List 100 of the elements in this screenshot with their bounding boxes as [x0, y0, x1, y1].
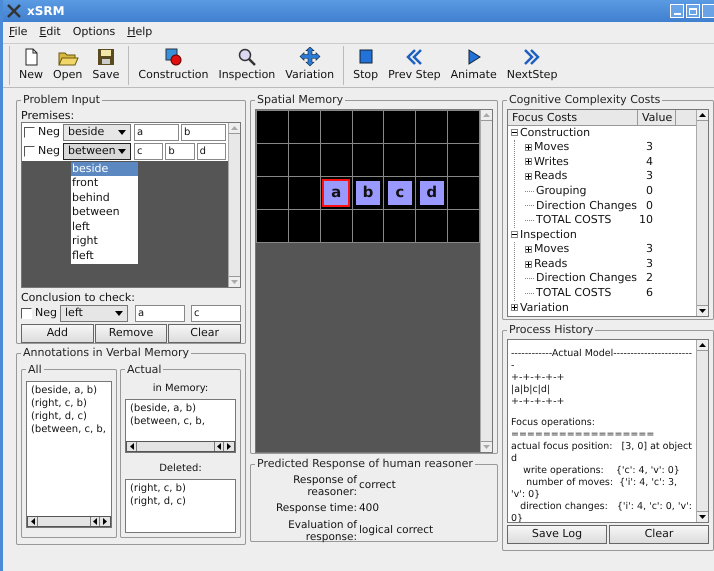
checkbox-label: Neg	[35, 304, 57, 321]
grid-cell	[288, 144, 320, 176]
toolbar-button[interactable]: Save	[87, 46, 124, 85]
tree-item[interactable]: Moves	[534, 241, 570, 258]
log-line: Focus operations:	[511, 416, 596, 428]
text-field[interactable]: d	[196, 142, 226, 160]
expand-toggle[interactable]	[511, 304, 518, 312]
scroll-up-icon	[699, 112, 706, 116]
text-field[interactable]: b	[165, 142, 195, 160]
group-title: Process History	[508, 322, 594, 338]
tree-item[interactable]: Grouping	[536, 182, 586, 200]
menu-item[interactable]: Edit	[39, 24, 61, 41]
window-title: xSRM	[27, 3, 65, 20]
list-item[interactable]: (right, d, c)	[130, 495, 231, 508]
x-logo-icon	[7, 4, 21, 18]
push-button[interactable]: Add	[21, 324, 94, 342]
checkbox-label: Neg	[38, 142, 60, 159]
dropdown-option[interactable]: right	[71, 234, 138, 250]
scrollbar[interactable]	[696, 110, 708, 316]
scroll-right-icon	[227, 443, 231, 450]
column-header[interactable]: Value	[638, 110, 676, 124]
dropdown[interactable]: left	[60, 304, 128, 322]
tree-item[interactable]: Direction Changes	[536, 198, 638, 214]
text-field[interactable]: a	[135, 304, 185, 322]
tree-item[interactable]: Inspection	[520, 226, 577, 244]
four-way-arrows-icon	[298, 47, 321, 68]
close-button[interactable]	[702, 4, 714, 18]
cost-value: 4	[645, 154, 653, 170]
toolbar-button[interactable]: Inspection	[213, 46, 280, 85]
toolbar-button[interactable]: Construction	[133, 46, 214, 85]
group-title: Cognitive Complexity Costs	[508, 92, 662, 108]
toolbar-button[interactable]: Variation	[280, 46, 340, 85]
list-item[interactable]: (beside, a, b)	[130, 402, 231, 415]
collapse-toggle[interactable]	[511, 231, 518, 238]
log-line: ------------Actual Model------------------------	[511, 348, 693, 372]
dropdown-option[interactable]: between	[71, 205, 138, 220]
list-item[interactable]: (right, c, b)	[31, 397, 107, 410]
tree-item[interactable]: TOTAL COSTS	[536, 212, 612, 229]
dropdown[interactable]: beside	[63, 124, 131, 140]
menu-item[interactable]: File	[9, 24, 28, 41]
scrollbar[interactable]	[126, 441, 235, 452]
scroll-down-icon	[699, 308, 706, 312]
toolbar-button[interactable]: Prev Step	[383, 46, 446, 85]
tree-item[interactable]: Variation	[520, 300, 569, 316]
grid-cell	[257, 210, 288, 242]
dropdown-option[interactable]: behind	[71, 190, 138, 206]
text-field[interactable]: c	[191, 304, 241, 322]
scrollbar[interactable]	[27, 516, 111, 527]
expand-toggle[interactable]	[525, 173, 532, 180]
tree-item[interactable]: TOTAL COSTS	[536, 285, 612, 302]
dropdown-option[interactable]: beside	[71, 162, 138, 176]
tree-item[interactable]: Direction Changes	[536, 270, 638, 287]
text-field[interactable]: a	[134, 124, 179, 140]
column-header[interactable]: Focus Costs	[508, 110, 638, 124]
grid-cell	[448, 110, 479, 142]
dropdown[interactable]: between	[63, 142, 131, 160]
scrollbar[interactable]	[480, 110, 492, 452]
list-item[interactable]: (right, d, c)	[31, 410, 107, 423]
tree-item[interactable]: Moves	[534, 139, 570, 156]
list-item[interactable]: (beside, a, b)	[31, 384, 107, 397]
expand-toggle[interactable]	[525, 144, 532, 151]
expand-toggle[interactable]	[525, 246, 532, 254]
toolbar-button[interactable]: Open	[48, 46, 88, 85]
expand-toggle[interactable]	[525, 158, 532, 166]
scrollbar[interactable]	[228, 122, 240, 286]
tree-item[interactable]: Writes	[534, 154, 569, 170]
list-item[interactable]: (between, c, b,	[31, 423, 107, 436]
checkbox[interactable]	[21, 308, 32, 318]
scroll-up-icon	[483, 112, 490, 116]
text-field[interactable]: b	[181, 124, 226, 140]
toolbar-button[interactable]: New	[14, 46, 48, 85]
toolbar-button[interactable]: NextStep	[502, 46, 562, 85]
maximize-button[interactable]	[686, 4, 700, 18]
list-item[interactable]: (right, c, b)	[130, 482, 231, 495]
tree-item[interactable]: Reads	[534, 168, 568, 185]
text-field[interactable]: c	[134, 142, 164, 160]
tree-item[interactable]: Reads	[534, 256, 568, 272]
push-button[interactable]: Clear	[168, 324, 242, 342]
scrollbar[interactable]	[696, 340, 708, 522]
field-value: logical correct	[359, 523, 434, 538]
list-item[interactable]: (between, c, b,	[130, 415, 231, 428]
dropdown-option[interactable]: left	[71, 220, 138, 234]
push-button[interactable]: Remove	[94, 324, 168, 342]
tree-item[interactable]: Construction	[520, 126, 590, 142]
expand-toggle[interactable]	[525, 260, 532, 268]
minimize-button[interactable]	[670, 4, 684, 18]
collapse-toggle[interactable]	[511, 129, 518, 136]
dropdown-option[interactable]: front	[71, 176, 138, 191]
field-value: 400	[359, 500, 380, 516]
push-button[interactable]: Save Log	[507, 524, 607, 544]
scroll-up-icon	[231, 126, 238, 130]
object-tile: c	[386, 178, 414, 206]
menu-item[interactable]: Options	[72, 24, 116, 41]
push-button[interactable]: Clear	[609, 524, 709, 544]
toolbar-button[interactable]: Animate	[446, 46, 502, 85]
cost-value: 0	[645, 182, 653, 199]
dropdown-option[interactable]: fleft	[71, 249, 138, 264]
toolbar-button[interactable]: Stop	[348, 46, 384, 85]
checkbox-label: Neg	[38, 124, 60, 140]
menu-item[interactable]: Help	[127, 24, 152, 41]
